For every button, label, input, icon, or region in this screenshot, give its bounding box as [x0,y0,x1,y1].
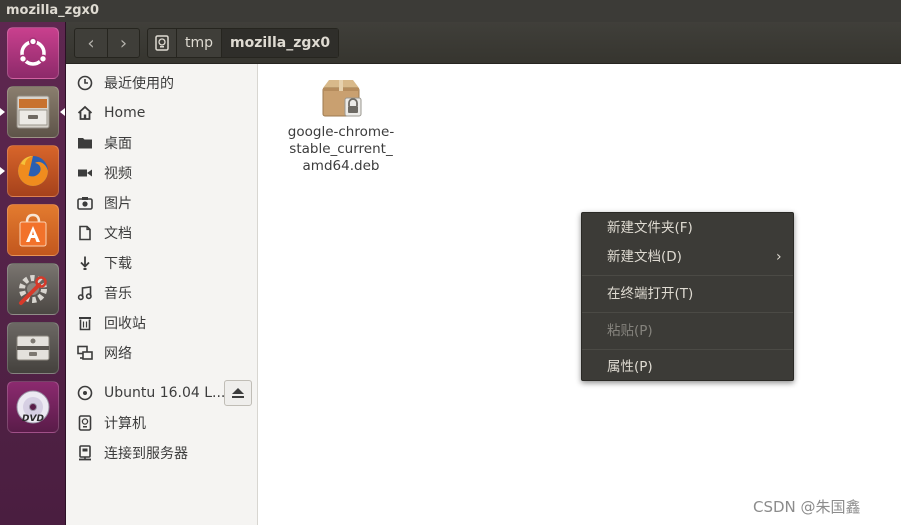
menu-item-paste: 粘贴(P) [582,317,793,346]
ubuntu-logo-icon [18,37,48,66]
launcher-software-center[interactable] [7,204,59,256]
document-icon [77,225,93,241]
sidebar-item-network[interactable]: 网络 [66,340,258,366]
sidebar-item-music[interactable]: 音乐 [66,280,258,306]
video-icon [77,165,93,181]
file-name-line: google-chrome- [287,124,395,140]
launcher-firefox[interactable] [7,145,59,197]
sidebar-item-label: 最近使用的 [104,76,174,92]
launcher-removable-drive[interactable] [7,322,59,374]
back-button[interactable]: ‹ [75,29,107,57]
sidebar-item-home[interactable]: Home [66,100,258,126]
firefox-icon [18,156,48,186]
music-icon [77,285,93,301]
sidebar-item-trash[interactable]: 回收站 [66,310,258,336]
menu-item-label: 新建文档(D) [607,249,682,265]
sidebar-item-videos[interactable]: 视频 [66,160,258,186]
header-bar: ‹ › tmp mozilla_zgx0 [66,22,901,64]
shopping-bag-icon [19,213,47,247]
server-icon [77,445,93,461]
menu-item-open-terminal[interactable]: 在终端打开(T) [582,280,793,309]
menu-separator [582,349,793,350]
navigation-buttons: ‹ › [74,28,140,58]
sidebar-item-label: 连接到服务器 [104,446,188,462]
sidebar-item-documents[interactable]: 文档 [66,220,258,246]
active-pip [0,108,5,116]
eject-icon [232,388,244,398]
home-icon [77,105,93,121]
sidebar: 最近使用的 Home 桌面 视频 图片 文档 下载 音乐 回收站 网络 Ubun… [66,64,258,525]
menu-item-label: 在终端打开(T) [607,286,694,302]
file-name: google-chrome- stable_current_ amd64.deb [281,124,401,175]
menu-item-new-document[interactable]: 新建文档(D) › [582,243,793,272]
path-segment-tmp[interactable]: tmp [176,29,221,57]
launcher-dvd[interactable]: DVD [7,381,59,433]
watermark: CSDN @朱国鑫 [753,498,861,516]
network-icon [77,345,93,361]
window: mozilla_zgx0 DVD ‹ › tmp mozilla_zgx0 最近… [0,0,901,525]
running-pip [0,167,5,175]
sidebar-item-label: 音乐 [104,286,132,302]
sidebar-item-label: 下载 [104,256,132,272]
path-segment-current[interactable]: mozilla_zgx0 [221,29,339,57]
context-menu: 新建文件夹(F) 新建文档(D) › 在终端打开(T) 粘贴(P) 属性(P) [581,212,794,381]
window-title: mozilla_zgx0 [0,0,901,22]
focused-pip [60,108,65,116]
launcher-system-settings[interactable] [7,263,59,315]
chevron-right-icon: › [776,249,782,265]
drive-icon [16,335,50,361]
download-icon [77,255,93,271]
launcher-files[interactable] [7,86,59,138]
sidebar-item-pictures[interactable]: 图片 [66,190,258,216]
file-name-line: amd64.deb [302,158,380,174]
sidebar-item-label: 图片 [104,196,132,212]
launcher-dash-home[interactable] [7,27,59,79]
forward-button[interactable]: › [106,29,139,57]
file-view[interactable]: google-chrome- stable_current_ amd64.deb [259,64,901,525]
sidebar-item-label: 文档 [104,226,132,242]
computer-icon [77,415,93,431]
dvd-label: DVD [22,414,44,424]
file-item[interactable]: google-chrome- stable_current_ amd64.deb [281,78,401,175]
trash-icon [77,315,93,331]
sidebar-item-computer[interactable]: 计算机 [66,410,258,436]
file-name-line: stable_current_ [289,141,393,157]
sidebar-item-label: 网络 [104,346,132,362]
camera-icon [77,195,93,211]
sidebar-item-recent[interactable]: 最近使用的 [66,70,258,96]
sidebar-item-label: 视频 [104,166,132,182]
sidebar-item-desktop[interactable]: 桌面 [66,130,258,156]
menu-separator [582,275,793,276]
path-bar: tmp mozilla_zgx0 [147,28,340,58]
computer-icon [155,35,169,51]
menu-item-properties[interactable]: 属性(P) [582,353,793,382]
sidebar-item-downloads[interactable]: 下载 [66,250,258,276]
folder-icon [77,135,93,151]
clock-icon [77,75,93,91]
menu-item-new-folder[interactable]: 新建文件夹(F) [582,214,793,243]
dvd-icon: DVD [16,390,50,424]
sidebar-item-connect-server[interactable]: 连接到服务器 [66,440,258,466]
file-cabinet-icon [16,95,50,129]
gear-wrench-icon [19,275,47,305]
menu-item-label: 属性(P) [607,359,653,375]
disc-icon [77,385,93,401]
menu-item-label: 新建文件夹(F) [607,220,693,236]
menu-item-label: 粘贴(P) [607,323,653,339]
eject-button[interactable] [224,380,252,406]
menu-separator [582,312,793,313]
sidebar-item-label: Ubuntu 16.04 L... [104,385,226,401]
sidebar-item-label: 回收站 [104,316,146,332]
sidebar-item-label: 计算机 [104,416,146,432]
package-locked-icon [319,78,363,120]
sidebar-item-label: 桌面 [104,136,132,152]
path-root-button[interactable] [148,29,176,57]
unity-launcher: DVD [0,22,66,525]
sidebar-item-label: Home [104,105,146,121]
